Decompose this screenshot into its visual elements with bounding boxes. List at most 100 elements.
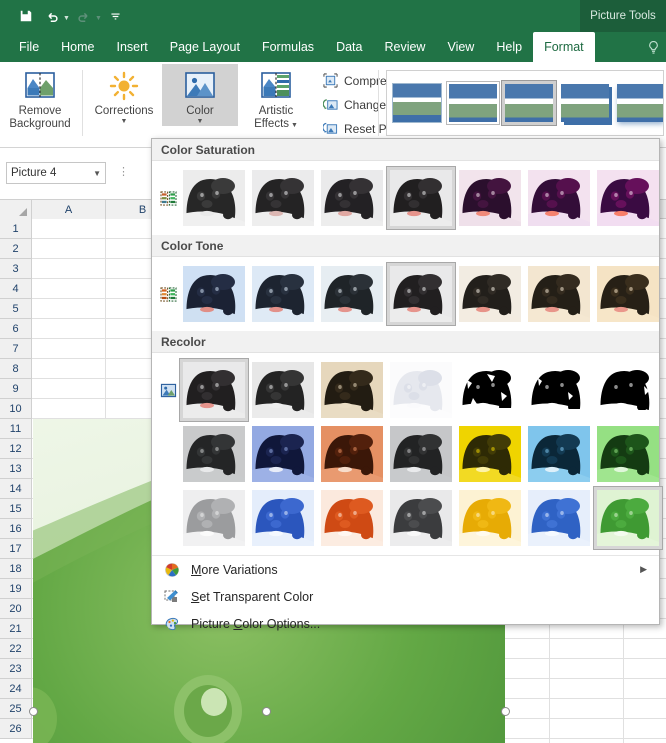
artistic-effects-button[interactable]: Artistic Effects ▼ — [238, 64, 314, 131]
recolor-dark-blue[interactable] — [249, 423, 317, 485]
color-button[interactable]: Color ▼ — [162, 64, 238, 126]
row-header-25[interactable]: 25 — [0, 699, 32, 719]
row-header-2[interactable]: 2 — [0, 239, 32, 259]
tell-me-lightbulb-icon[interactable] — [642, 36, 664, 58]
tab-review[interactable]: Review — [373, 32, 436, 62]
corrections-button[interactable]: Corrections ▼ — [86, 64, 162, 126]
row-header-1[interactable]: 1 — [0, 219, 32, 239]
recolor-light-gray2[interactable] — [387, 487, 455, 549]
corrections-dropdown-icon[interactable]: ▼ — [121, 118, 128, 126]
saturation-200[interactable] — [456, 167, 524, 229]
row-header-8[interactable]: 8 — [0, 359, 32, 379]
saturation-400[interactable] — [594, 167, 662, 229]
picture-handle-bottom-left[interactable] — [29, 707, 38, 716]
color-dropdown-icon[interactable]: ▼ — [197, 118, 204, 126]
recolor-light-blue[interactable] — [249, 487, 317, 549]
recolor-dark-green[interactable] — [594, 423, 662, 485]
recolor-dark-gray2[interactable] — [387, 423, 455, 485]
menu-item-picture-color-options[interactable]: Picture Color Options... — [152, 610, 659, 637]
tone-4700k[interactable] — [180, 263, 248, 325]
undo-icon[interactable] — [40, 4, 64, 28]
picture-handle-bottom-middle[interactable] — [262, 707, 271, 716]
tab-page-layout[interactable]: Page Layout — [159, 32, 251, 62]
tab-view[interactable]: View — [436, 32, 485, 62]
tab-insert[interactable]: Insert — [106, 32, 159, 62]
picture-styles-gallery[interactable] — [386, 70, 664, 136]
menu-item-more-variations[interactable]: More Variations ▶ — [152, 556, 659, 583]
recolor-washout[interactable] — [387, 359, 455, 421]
row-header-16[interactable]: 16 — [0, 519, 32, 539]
tone-6500k[interactable] — [386, 262, 456, 326]
recolor-light-green[interactable] — [593, 486, 663, 550]
recolor-black-white-50[interactable] — [525, 359, 593, 421]
recolor-no-recolor[interactable] — [179, 358, 249, 422]
name-box[interactable]: Picture 4 ▼ — [6, 162, 106, 184]
tab-format[interactable]: Format — [533, 32, 595, 62]
row-header-17[interactable]: 17 — [0, 539, 32, 559]
picture-style-thumb-4[interactable] — [617, 84, 663, 122]
saturation-0[interactable] — [180, 167, 248, 229]
picture-style-thumb-0[interactable] — [393, 84, 441, 122]
recolor-light-gold[interactable] — [456, 487, 524, 549]
tab-file[interactable]: File — [8, 32, 50, 62]
saturation-300[interactable] — [525, 167, 593, 229]
picture-handle-bottom-right[interactable] — [501, 707, 510, 716]
save-icon[interactable] — [14, 4, 38, 28]
remove-background-button[interactable]: Remove Background — [2, 64, 78, 131]
saturation-100[interactable] — [386, 166, 456, 230]
row-header-11[interactable]: 11 — [0, 419, 32, 439]
row-header-4[interactable]: 4 — [0, 279, 32, 299]
artistic-effects-dropdown-icon[interactable]: ▼ — [289, 122, 298, 129]
recolor-grayscale[interactable] — [249, 359, 317, 421]
tone-8800k[interactable] — [525, 263, 593, 325]
picture-style-thumb-1[interactable] — [449, 84, 497, 122]
row-header-26[interactable]: 26 — [0, 719, 32, 739]
picture-style-thumb-3[interactable] — [561, 84, 609, 122]
row-header-7[interactable]: 7 — [0, 339, 32, 359]
recolor-light-blue2[interactable] — [525, 487, 593, 549]
redo-icon[interactable] — [72, 4, 96, 28]
recolor-black-white-25[interactable] — [456, 359, 524, 421]
row-header-6[interactable]: 6 — [0, 319, 32, 339]
recolor-dark-gold[interactable] — [456, 423, 524, 485]
row-header-22[interactable]: 22 — [0, 639, 32, 659]
recolor-dark-lightblue[interactable] — [525, 423, 593, 485]
row-header-24[interactable]: 24 — [0, 679, 32, 699]
row-header-18[interactable]: 18 — [0, 559, 32, 579]
recolor-dark-orange[interactable] — [318, 423, 386, 485]
tone-5300k[interactable] — [249, 263, 317, 325]
row-header-19[interactable]: 19 — [0, 579, 32, 599]
row-header-15[interactable]: 15 — [0, 499, 32, 519]
row-header-10[interactable]: 10 — [0, 399, 32, 419]
row-header-23[interactable]: 23 — [0, 659, 32, 679]
tone-11200k[interactable] — [594, 263, 662, 325]
row-header-13[interactable]: 13 — [0, 459, 32, 479]
recolor-light-orange[interactable] — [318, 487, 386, 549]
select-all-corner[interactable] — [0, 200, 32, 219]
tab-help[interactable]: Help — [485, 32, 533, 62]
row-header-20[interactable]: 20 — [0, 599, 32, 619]
undo-dropdown-icon[interactable]: ▼ — [63, 15, 70, 22]
tone-5900k[interactable] — [318, 263, 386, 325]
redo-dropdown-icon[interactable]: ▼ — [95, 15, 102, 22]
row-header-12[interactable]: 12 — [0, 439, 32, 459]
tab-formulas[interactable]: Formulas — [251, 32, 325, 62]
recolor-light-gray[interactable] — [180, 487, 248, 549]
recolor-dark-gray[interactable] — [180, 423, 248, 485]
saturation-66[interactable] — [318, 167, 386, 229]
row-header-5[interactable]: 5 — [0, 299, 32, 319]
tab-data[interactable]: Data — [325, 32, 373, 62]
column-header-A[interactable]: A — [32, 200, 106, 219]
saturation-33[interactable] — [249, 167, 317, 229]
tone-7200k[interactable] — [456, 263, 524, 325]
row-header-3[interactable]: 3 — [0, 259, 32, 279]
row-header-9[interactable]: 9 — [0, 379, 32, 399]
recolor-sepia[interactable] — [318, 359, 386, 421]
customize-quick-access-toolbar-icon[interactable] — [104, 4, 128, 28]
picture-style-thumb-2[interactable] — [503, 82, 555, 124]
recolor-black-white-75[interactable] — [594, 359, 662, 421]
menu-item-set-transparent-color[interactable]: Set Transparent Color — [152, 583, 659, 610]
row-header-21[interactable]: 21 — [0, 619, 32, 639]
row-header-14[interactable]: 14 — [0, 479, 32, 499]
tab-home[interactable]: Home — [50, 32, 105, 62]
